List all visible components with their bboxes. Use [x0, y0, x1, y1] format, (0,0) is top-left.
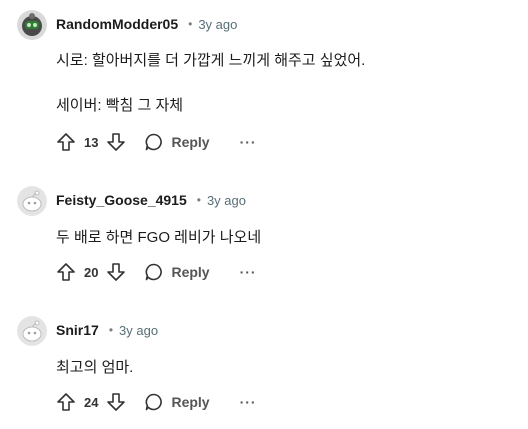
custom-avatar-icon	[17, 10, 47, 40]
reply-label: Reply	[171, 134, 210, 150]
comment-3: Snir17 • 3y ago 최고의 엄마. 24 Reply ···	[0, 300, 528, 429]
comment-actions: 24 Reply ···	[56, 390, 257, 414]
speech-bubble-icon	[144, 262, 164, 282]
upvote-arrow-icon[interactable]	[56, 132, 76, 152]
upvote-arrow-icon[interactable]	[56, 262, 76, 282]
comment-1: RandomModder05 • 3y ago 시로: 할아버지를 더 가깝게 …	[0, 0, 528, 170]
speech-bubble-icon	[144, 132, 164, 152]
reply-button[interactable]: Reply	[144, 262, 210, 282]
default-snoo-avatar-icon	[17, 186, 47, 216]
downvote-arrow-icon[interactable]	[106, 392, 126, 412]
user-avatar[interactable]	[17, 186, 47, 216]
comment-2: Feisty_Goose_4915 • 3y ago 두 배로 하면 FGO 레…	[0, 170, 528, 298]
comment-actions: 13 Reply ···	[56, 130, 257, 154]
ellipsis-icon[interactable]: ···	[240, 394, 257, 410]
vote-count: 24	[84, 394, 99, 410]
upvote-arrow-icon[interactable]	[56, 392, 76, 412]
separator-dot: •	[196, 193, 201, 207]
downvote-arrow-icon[interactable]	[106, 262, 126, 282]
separator-dot: •	[108, 323, 114, 337]
comment-age[interactable]: 3y ago	[207, 193, 246, 208]
comment-text-line-1: 최고의 엄마.	[56, 359, 134, 376]
reply-label: Reply	[171, 264, 210, 280]
comment-age[interactable]: 3y ago	[119, 323, 158, 338]
ellipsis-icon[interactable]: ···	[240, 134, 257, 150]
vote-count: 13	[84, 134, 99, 150]
user-avatar[interactable]	[17, 10, 47, 40]
default-snoo-avatar-icon	[17, 316, 47, 346]
comment-text-line-2: 세이버: 빡침 그 자체	[56, 97, 184, 114]
comment-header: Snir17 • 3y ago	[56, 322, 158, 338]
separator-dot: •	[188, 17, 193, 31]
comment-text-line-1: 시로: 할아버지를 더 가깝게 느끼게 해주고 싶었어.	[56, 52, 366, 69]
username[interactable]: RandomModder05	[56, 16, 178, 32]
vote-count: 20	[84, 264, 99, 280]
username[interactable]: Snir17	[56, 322, 99, 338]
downvote-arrow-icon[interactable]	[106, 132, 126, 152]
username[interactable]: Feisty_Goose_4915	[56, 192, 187, 208]
comment-text-line-1: 두 배로 하면 FGO 레비가 나오네	[56, 229, 262, 246]
comment-actions: 20 Reply ···	[56, 260, 257, 284]
reply-button[interactable]: Reply	[144, 392, 210, 412]
ellipsis-icon[interactable]: ···	[240, 264, 257, 280]
reply-label: Reply	[171, 394, 210, 410]
speech-bubble-icon	[144, 392, 164, 412]
user-avatar[interactable]	[17, 316, 47, 346]
comment-header: Feisty_Goose_4915 • 3y ago	[56, 192, 246, 208]
reply-button[interactable]: Reply	[144, 132, 210, 152]
comment-age[interactable]: 3y ago	[198, 17, 237, 32]
comment-header: RandomModder05 • 3y ago	[56, 16, 237, 32]
